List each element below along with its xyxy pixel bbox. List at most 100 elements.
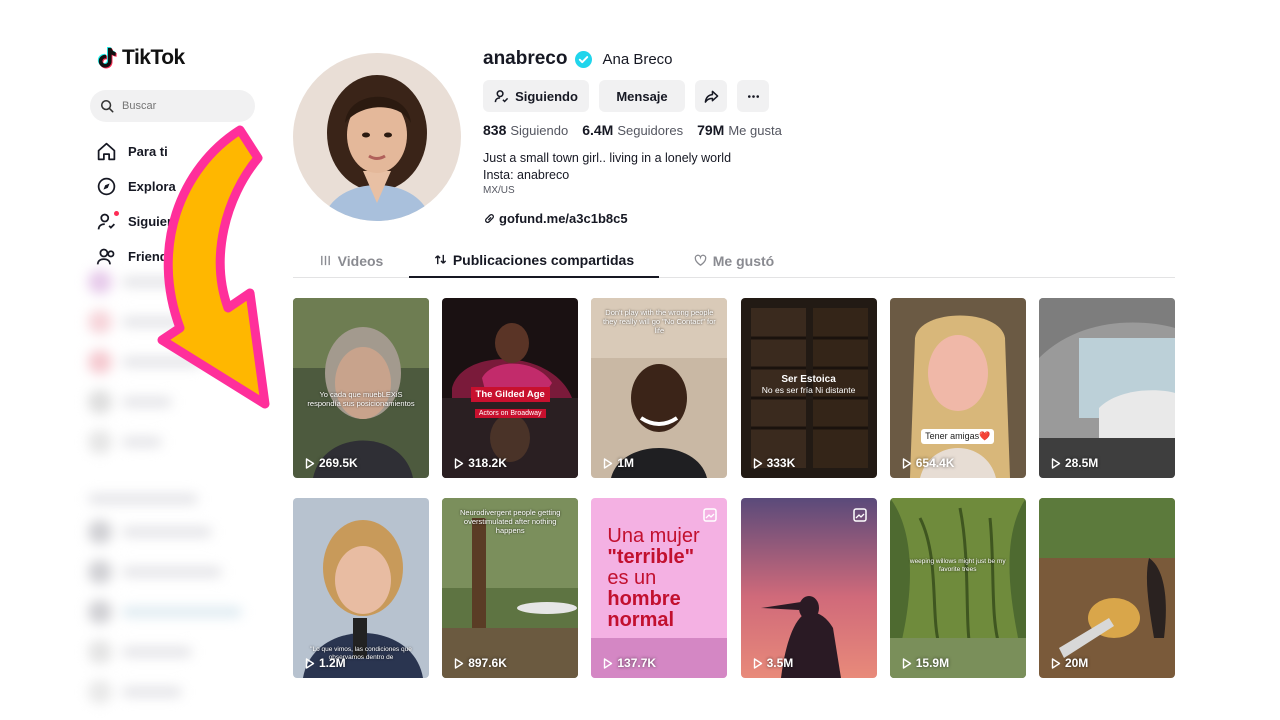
play-icon [604, 457, 613, 469]
video-card[interactable]: Neurodivergent people getting overstimul… [442, 498, 579, 678]
profile-username: anabreco [483, 48, 568, 69]
tab-liked[interactable]: Me gustó [659, 243, 809, 278]
friends-icon [96, 248, 115, 265]
name-row: anabreco Ana Breco [483, 47, 1183, 71]
quote-line: es un [607, 567, 657, 589]
video-thumbnail [889, 498, 1026, 678]
stat-likes: 79M Me gusta [697, 122, 782, 138]
sidebar-item-explore[interactable]: Explora [96, 169, 191, 204]
play-icon [305, 457, 315, 469]
profile-link-text: gofund.me/a3c1b8c5 [499, 210, 628, 226]
video-thumbnail [889, 298, 1026, 478]
view-count: 1.2M [305, 656, 346, 670]
user-check-icon [494, 89, 509, 103]
view-count-text: 269.5K [319, 456, 358, 470]
sidebar-nav: Para ti Explora Siguiendo Friends [96, 134, 191, 274]
sidebar-item-for-you[interactable]: Para ti [96, 134, 191, 169]
video-card[interactable]: 3.5M [740, 498, 877, 678]
tiktok-logo-icon [97, 47, 117, 69]
video-card[interactable]: Yo cada que muebLEXiS respondía sus posi… [293, 298, 429, 478]
sidebar-item-following[interactable]: Siguiendo [96, 204, 191, 239]
view-count: 15.9M [902, 656, 949, 670]
profile-actions: Siguiendo Mensaje [483, 80, 1183, 112]
view-count: 269.5K [305, 456, 358, 470]
stat-label: Seguidores [617, 123, 684, 138]
video-card[interactable]: Tener amigas❤️ 654.4K [889, 298, 1026, 478]
video-caption: Ser Estoica [781, 374, 836, 385]
search-bar[interactable] [90, 90, 255, 122]
following-button[interactable]: Siguiendo [483, 80, 589, 112]
stat-label: Me gusta [728, 123, 782, 138]
play-icon [454, 457, 464, 469]
video-card[interactable]: "Lo que vimos, las condiciones que obser… [293, 498, 429, 678]
play-icon [1051, 457, 1061, 469]
quote-line: Una mujer [607, 525, 700, 547]
video-caption: weeping willows might just be my favorit… [909, 558, 1006, 573]
link-icon [485, 213, 494, 223]
video-thumbnail [740, 498, 877, 678]
video-card[interactable]: 20M [1038, 498, 1175, 678]
view-count-text: 28.5M [1064, 456, 1099, 470]
profile-nickname: Ana Breco [602, 50, 673, 68]
play-icon [753, 657, 762, 669]
view-count-text: 318.2K [468, 456, 507, 470]
sidebar-item-label: Explora [128, 179, 176, 194]
stat-value: 838 [483, 122, 507, 138]
tab-shared-posts[interactable]: Publicaciones compartidas [409, 243, 659, 278]
profile-info: anabreco Ana Breco Siguiendo Mensaje 838… [483, 47, 1183, 226]
view-count: 28.5M [1051, 456, 1098, 470]
search-input[interactable] [122, 100, 242, 112]
video-card[interactable]: 28.5M [1038, 298, 1175, 478]
tab-videos[interactable]: Videos [293, 243, 409, 278]
view-count-text: 3.5M [766, 656, 794, 670]
video-caption: Yo cada que muebLEXiS respondía sus posi… [307, 390, 415, 408]
tiktok-logo[interactable]: TikTok [96, 46, 185, 70]
sidebar-item-label: Siguiendo [128, 214, 191, 229]
view-count-text: 333K [766, 456, 796, 470]
home-icon [97, 142, 116, 161]
view-count: 333K [753, 456, 796, 470]
video-card[interactable]: Don't play with the wrong people they re… [591, 298, 728, 478]
view-count-text: 20M [1064, 656, 1089, 670]
sidebar-item-label: Para ti [128, 144, 168, 159]
video-card[interactable]: weeping willows might just be my favorit… [889, 498, 1026, 678]
video-card[interactable]: The Gilded Age Actors on Broadway 318.2K [442, 298, 579, 478]
more-options-button[interactable] [737, 80, 769, 112]
profile-avatar [293, 53, 461, 221]
bio-line: Insta: anabreco [483, 167, 570, 182]
view-count: 20M [1051, 656, 1088, 670]
photo-carousel-icon [852, 508, 867, 522]
profile-link[interactable]: gofund.me/a3c1b8c5 [483, 211, 1183, 226]
sidebar-item-label: Friends [128, 249, 175, 264]
stat-following[interactable]: 838 Siguiendo [483, 122, 568, 138]
stat-label: Siguiendo [510, 123, 569, 138]
message-button[interactable]: Mensaje [599, 80, 685, 112]
video-caption-box: Ser Estoica No es ser fría Ni distante [741, 374, 877, 395]
repost-icon [434, 254, 446, 265]
share-arrow-icon [704, 90, 718, 103]
sidebar-item-friends[interactable]: Friends [96, 239, 191, 274]
stat-followers[interactable]: 6.4M Seguidores [582, 122, 683, 138]
video-caption: Neurodivergent people getting overstimul… [459, 508, 561, 535]
video-caption: The Gilded Age [470, 387, 550, 402]
video-card[interactable]: Una mujer "terrible" es un hombre normal… [591, 498, 728, 678]
logo-text: TikTok [122, 46, 185, 69]
share-button[interactable] [695, 80, 727, 112]
compass-icon [97, 177, 116, 196]
sidebar: TikTok Para ti Explora Siguiendo Friends [80, 30, 280, 704]
play-icon [454, 657, 464, 669]
stat-value: 6.4M [582, 122, 614, 138]
video-subcaption: No es ser fría Ni distante [761, 385, 856, 395]
video-thumbnail [1038, 498, 1175, 678]
verified-badge-icon [575, 50, 593, 68]
play-icon [1051, 657, 1061, 669]
video-quote: Una mujer "terrible" es un hombre normal [607, 526, 699, 631]
quote-line: normal [607, 609, 675, 631]
tab-label: Publicaciones compartidas [452, 251, 635, 268]
more-dots-icon [747, 94, 759, 98]
view-count-text: 897.6K [468, 656, 507, 670]
grid-bars-icon [320, 255, 330, 266]
bio-line: Just a small town girl.. living in a lon… [483, 151, 732, 165]
tab-label: Me gustó [712, 252, 775, 269]
video-card[interactable]: Ser Estoica No es ser fría Ni distante 3… [740, 298, 877, 478]
